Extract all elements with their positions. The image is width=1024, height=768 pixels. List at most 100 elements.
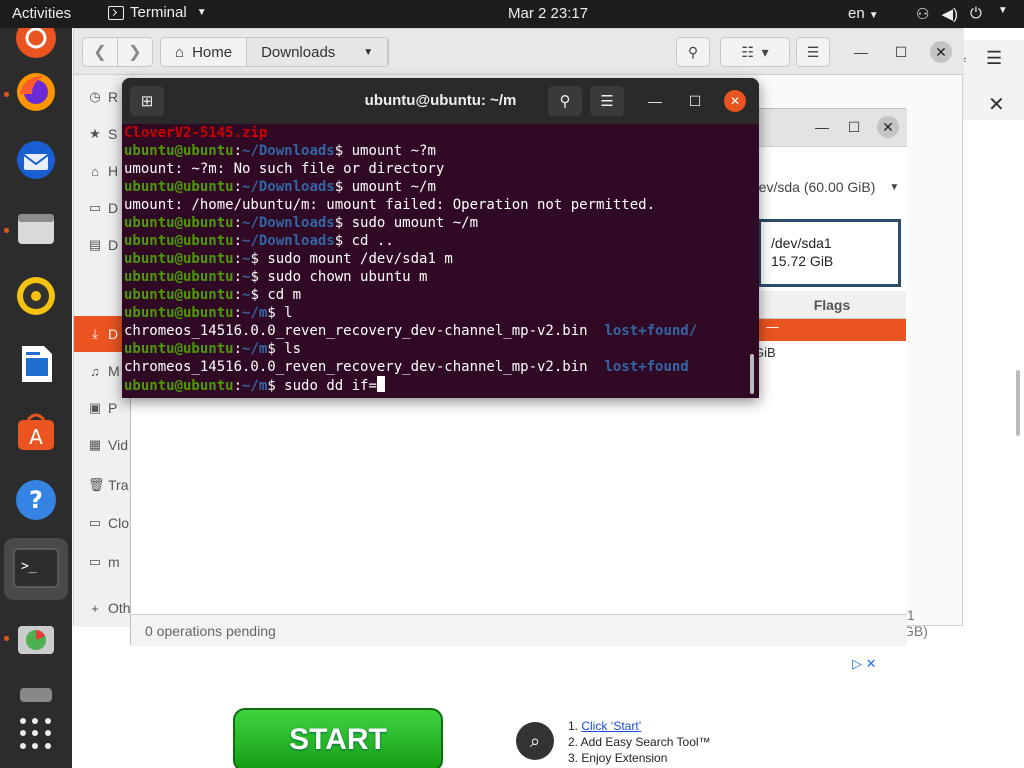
system-tray[interactable]: ⚇ ◀) ⏻ ▼ — [916, 5, 1008, 23]
back-button[interactable]: ❮ — [82, 37, 118, 67]
terminal-icon — [108, 5, 124, 20]
plus-icon: + — [91, 600, 99, 616]
prompt-colon: : — [233, 233, 243, 249]
sidebar-label: D — [108, 200, 119, 216]
ad-close-icon[interactable]: ▷ ✕ — [852, 656, 877, 672]
firefox-icon[interactable] — [12, 68, 60, 116]
prompt-path: ~/Downloads — [242, 143, 335, 159]
prompt-path: ~/Downloads — [242, 215, 335, 231]
ad-steps: 1. Click ‘Start’ 2. Add Easy Search Tool… — [568, 718, 711, 766]
maximize-button[interactable]: ☐ — [843, 116, 865, 138]
writer-icon[interactable] — [12, 340, 60, 388]
drive-icon[interactable] — [12, 674, 60, 722]
terminal-command: ls — [275, 341, 302, 357]
search-button[interactable]: ⚲ — [676, 37, 710, 67]
prompt-path: ~/m — [242, 305, 268, 321]
operations-status: 0 operations pending — [131, 614, 907, 646]
app-menu[interactable]: Terminal ▼ — [108, 4, 207, 21]
device-selector[interactable]: /dev/sda (60.00 GiB) ▼ — [747, 179, 899, 195]
maximize-button[interactable]: ☐ — [684, 90, 706, 112]
terminal-command: sudo umount ~/m — [343, 215, 479, 231]
hamburger-menu-button[interactable]: ☰ — [796, 37, 830, 67]
svg-text:A: A — [29, 425, 43, 449]
ad-start-button[interactable]: START — [233, 708, 443, 768]
terminal-line: ubuntu@ubuntu:~$ sudo mount /dev/sda1 m — [124, 250, 749, 268]
partition-name: /dev/sda1 — [771, 235, 832, 251]
terminal-window[interactable]: ⊞ ubuntu@ubuntu: ~/m ⚲ ☰ — ☐ ✕ CloverV2-… — [122, 78, 759, 398]
clock[interactable]: Mar 2 23:17 — [508, 5, 588, 22]
ad-step1-prefix: 1. — [568, 719, 582, 733]
column-header-flags[interactable]: Flags — [758, 291, 906, 319]
terminal-headerbar: ⊞ ubuntu@ubuntu: ~/m ⚲ ☰ — ☐ ✕ — [122, 78, 759, 124]
close-button[interactable]: ✕ — [877, 116, 899, 138]
prompt-dollar: $ — [250, 251, 259, 267]
sidebar-label: D — [108, 237, 119, 253]
prompt-colon: : — [233, 287, 243, 303]
sidebar-item-clover[interactable]: ▭ Clo — [74, 505, 134, 541]
input-source-label: en — [848, 5, 865, 22]
chevron-down-icon[interactable]: ▼ — [363, 47, 373, 58]
input-source[interactable]: en ▼ — [848, 5, 879, 22]
terminal-line: ubuntu@ubuntu:~$ cd m — [124, 286, 749, 304]
app-menu-label: Terminal — [130, 4, 187, 21]
prompt-user: ubuntu@ubuntu — [124, 179, 234, 195]
terminal-line: ubuntu@ubuntu:~/m$ sudo dd if= — [124, 376, 749, 394]
terminal-line: ubuntu@ubuntu:~/Downloads$ cd .. — [124, 232, 749, 250]
software-icon[interactable]: A — [12, 408, 60, 456]
minimize-button[interactable]: — — [811, 116, 833, 138]
partition-block[interactable]: /dev/sda1 15.72 GiB — [758, 219, 901, 287]
terminal-line: umount: /home/ubuntu/m: umount failed: O… — [124, 196, 749, 214]
ad-step1-link[interactable]: Click ‘Start’ — [581, 719, 641, 733]
help-icon[interactable]: ? — [12, 476, 60, 524]
crumb-downloads[interactable]: Downloads ▼ — [247, 38, 389, 66]
files-icon[interactable] — [12, 204, 60, 252]
crumb-downloads-label: Downloads — [261, 43, 336, 61]
prompt-dollar: $ — [334, 215, 344, 231]
downloads-icon: ⤓ — [92, 326, 98, 341]
browser-scrollbar[interactable] — [1016, 370, 1020, 436]
sidebar-item-other-locations[interactable]: + Oth — [74, 590, 134, 626]
sidebar-item-trash[interactable]: 🗑 Tra — [74, 467, 134, 503]
minimize-button[interactable]: — — [850, 41, 872, 63]
terminal-line: ubuntu@ubuntu:~/m$ l — [124, 304, 749, 322]
sidebar-item-m[interactable]: ▭ m — [74, 544, 134, 580]
selected-partition-row[interactable]: — — [758, 319, 906, 341]
crumb-home-label: Home — [192, 43, 233, 61]
close-button[interactable]: ✕ — [724, 90, 746, 112]
running-indicator — [4, 92, 9, 97]
prompt-path: ~/m — [242, 378, 268, 394]
power-icon: ⏻ — [969, 5, 982, 22]
rhythmbox-icon[interactable] — [12, 272, 60, 320]
prompt-colon: : — [233, 269, 243, 285]
text-cursor — [376, 376, 385, 392]
chevron-down-icon: ▼ — [889, 182, 900, 193]
close-button[interactable]: ✕ — [930, 41, 952, 63]
terminal-line: umount: ~?m: No such file or directory — [124, 160, 749, 178]
terminal-icon[interactable]: >_ — [12, 544, 60, 592]
search-globe-icon: ⌕ — [516, 722, 554, 760]
gparted-icon[interactable] — [12, 616, 60, 664]
volume-icon: ◀) — [941, 6, 958, 23]
close-icon[interactable]: ✕ — [988, 92, 1005, 117]
terminal-scrollbar[interactable] — [750, 354, 754, 394]
terminal-command: cd .. — [343, 233, 394, 249]
show-apps-icon[interactable] — [20, 718, 52, 750]
sidebar-label: P — [108, 400, 118, 416]
crumb-home[interactable]: ⌂ Home — [161, 38, 248, 66]
terminal-output[interactable]: CloverV2-5145.zip ubuntu@ubuntu:~/Downloa… — [124, 124, 749, 398]
thunderbird-icon[interactable] — [12, 136, 60, 184]
search-icon: ⚲ — [687, 43, 699, 60]
maximize-button[interactable]: ☐ — [890, 41, 912, 63]
menu-icon[interactable]: ☰ — [986, 48, 1002, 69]
sidebar-item-videos[interactable]: ▦ Vid — [74, 427, 134, 463]
terminal-command: l — [275, 305, 293, 321]
forward-button[interactable]: ❯ — [117, 37, 153, 67]
minimize-button[interactable]: — — [644, 90, 666, 112]
hamburger-menu-button[interactable]: ☰ — [590, 86, 624, 116]
activities-button[interactable]: Activities — [12, 5, 71, 22]
terminal-text: umount: /home/ubuntu/m: umount failed: O… — [124, 197, 656, 213]
search-button[interactable]: ⚲ — [548, 86, 582, 116]
music-icon: ♫ — [90, 363, 100, 379]
terminal-command: sudo mount /dev/sda1 m — [258, 251, 453, 267]
view-list-button[interactable]: ☷ ▾ — [720, 37, 790, 67]
